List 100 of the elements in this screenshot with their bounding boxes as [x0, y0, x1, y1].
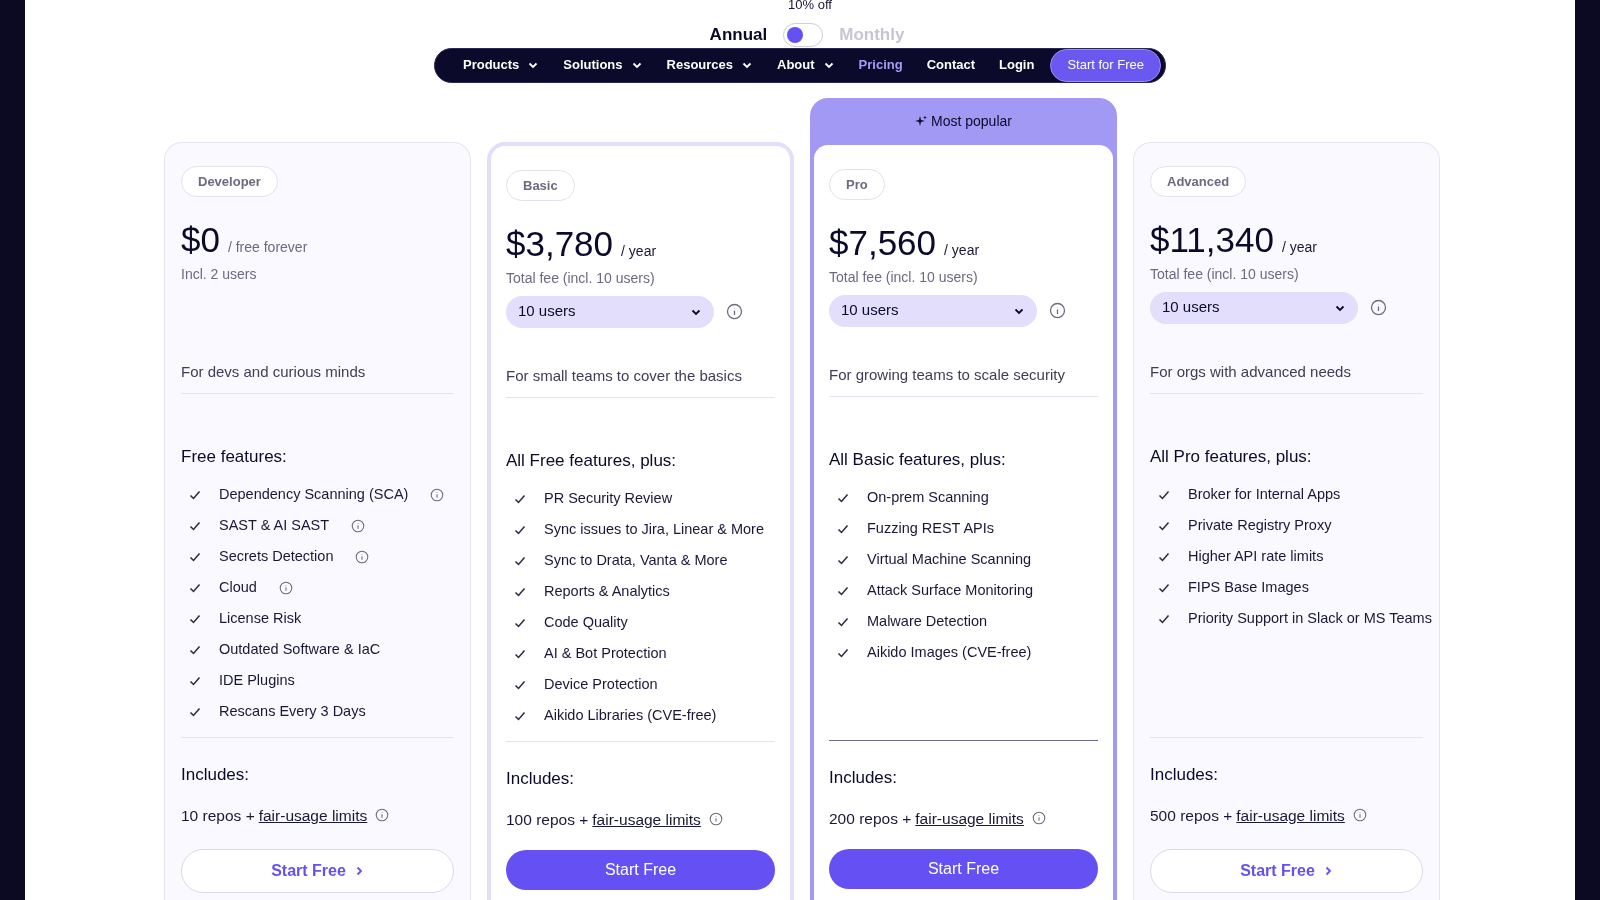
- info-icon[interactable]: [375, 808, 390, 823]
- info-icon[interactable]: [355, 549, 370, 564]
- start-for-free-button[interactable]: Start for Free: [1050, 48, 1161, 82]
- info-icon[interactable]: [430, 487, 445, 502]
- nav-link[interactable]: Resources: [666, 55, 754, 75]
- check-icon: [514, 585, 526, 598]
- check-icon: [189, 612, 201, 625]
- plan-badge: Advanced: [1150, 165, 1247, 197]
- feature-text: Cloud: [219, 577, 257, 597]
- price-period: / year: [1281, 237, 1317, 257]
- feature-text: Code Quality: [544, 612, 628, 632]
- fair-usage-link[interactable]: fair-usage limits: [1236, 803, 1345, 827]
- repos-text: 10 repos +: [181, 805, 255, 826]
- nav-link[interactable]: About: [777, 55, 835, 75]
- check-icon: [514, 554, 526, 567]
- check-icon: [1158, 581, 1170, 594]
- users-select[interactable]: 10 users: [1150, 291, 1358, 324]
- info-icon[interactable]: [1370, 299, 1387, 316]
- feature-text: Higher API rate limits: [1188, 546, 1324, 566]
- feature-text: Aikido Libraries (CVE-free): [544, 705, 717, 725]
- price-period: / year: [944, 240, 980, 260]
- plan-badge: Developer: [181, 165, 278, 197]
- check-icon: [837, 522, 849, 535]
- feature-text: Rescans Every 3 Days: [219, 701, 366, 721]
- check-icon: [837, 584, 849, 597]
- feature-text: Dependency Scanning (SCA): [219, 484, 409, 504]
- check-icon: [837, 646, 849, 659]
- includes-heading: Includes:: [1150, 764, 1220, 786]
- check-icon: [514, 523, 526, 536]
- feature-text: PR Security Review: [544, 488, 673, 508]
- check-icon: [189, 519, 201, 532]
- check-icon: [1158, 519, 1170, 532]
- check-icon: [837, 615, 849, 628]
- plan-tagline: For devs and curious minds: [181, 361, 367, 382]
- check-icon: [189, 581, 201, 594]
- users-select[interactable]: 10 users: [506, 295, 714, 328]
- plan-price: $0: [181, 221, 220, 257]
- sparkle-icon: [915, 115, 928, 127]
- nav-link[interactable]: Solutions: [563, 55, 643, 75]
- check-icon: [837, 491, 849, 504]
- check-icon: [837, 553, 849, 566]
- feature-text: Outdated Software & IaC: [219, 639, 381, 659]
- check-icon: [1158, 550, 1170, 563]
- check-icon: [1158, 612, 1170, 625]
- nav-link[interactable]: Login: [999, 55, 1035, 75]
- fair-usage-link[interactable]: fair-usage limits: [592, 807, 701, 831]
- feature-text: Attack Surface Monitoring: [867, 580, 1034, 600]
- repos-text: 200 repos +: [829, 808, 912, 829]
- start-free-button[interactable]: Start Free: [829, 848, 1098, 889]
- feature-text: Fuzzing REST APIs: [867, 518, 995, 538]
- start-free-button[interactable]: Start Free: [1150, 848, 1423, 893]
- price-note: Incl. 2 users: [181, 264, 258, 284]
- info-icon[interactable]: [1031, 811, 1046, 826]
- billing-option[interactable]: Annual: [709, 22, 768, 48]
- users-select[interactable]: 10 users: [829, 294, 1037, 327]
- features-heading: All Basic features, plus:: [829, 448, 1007, 471]
- feature-text: Device Protection: [544, 674, 658, 694]
- check-icon: [514, 678, 526, 691]
- billing-toggle[interactable]: [783, 22, 824, 47]
- info-icon[interactable]: [1352, 808, 1367, 823]
- check-icon: [514, 647, 526, 660]
- price-note: Total fee (incl. 10 users): [1150, 264, 1300, 284]
- info-icon[interactable]: [351, 518, 366, 533]
- nav-link[interactable]: Pricing: [858, 55, 903, 75]
- feature-text: SAST & AI SAST: [219, 515, 330, 535]
- feature-text: Private Registry Proxy: [1188, 515, 1332, 535]
- feature-text: Secrets Detection: [219, 546, 334, 566]
- plan-tagline: For growing teams to scale security: [829, 364, 1066, 385]
- includes-heading: Includes:: [829, 767, 899, 789]
- info-icon[interactable]: [1049, 302, 1066, 319]
- fair-usage-link[interactable]: fair-usage limits: [258, 803, 368, 827]
- features-heading: Free features:: [181, 445, 288, 468]
- plan-badge: Basic: [506, 169, 575, 201]
- features-heading: All Free features, plus:: [506, 449, 678, 472]
- check-icon: [189, 550, 201, 563]
- plan-price: $7,560: [829, 224, 937, 260]
- price-note: Total fee (incl. 10 users): [829, 267, 979, 287]
- check-icon: [189, 705, 201, 718]
- fair-usage-link[interactable]: fair-usage limits: [915, 806, 1024, 830]
- includes-heading: Includes:: [181, 764, 251, 786]
- start-free-button[interactable]: Start Free: [506, 849, 775, 890]
- includes-heading: Includes:: [506, 768, 576, 790]
- plan-tagline: For small teams to cover the basics: [506, 365, 743, 386]
- check-icon: [189, 488, 201, 501]
- nav-link[interactable]: Contact: [926, 55, 976, 75]
- info-icon[interactable]: [278, 580, 293, 595]
- start-free-button[interactable]: Start Free: [181, 848, 454, 893]
- info-icon[interactable]: [708, 812, 723, 827]
- nav-link[interactable]: Products: [463, 55, 540, 75]
- feature-text: Broker for Internal Apps: [1188, 484, 1341, 504]
- feature-text: On-prem Scanning: [867, 487, 989, 507]
- feature-text: FIPS Base Images: [1188, 577, 1309, 597]
- check-icon: [189, 674, 201, 687]
- check-icon: [189, 643, 201, 656]
- info-icon[interactable]: [726, 303, 743, 320]
- plan-tagline: For orgs with advanced needs: [1150, 361, 1352, 382]
- feature-text: Sync issues to Jira, Linear & More: [544, 519, 764, 539]
- features-heading: All Pro features, plus:: [1150, 445, 1313, 468]
- discount-label: 10% off: [788, 0, 832, 10]
- feature-text: Malware Detection: [867, 611, 988, 631]
